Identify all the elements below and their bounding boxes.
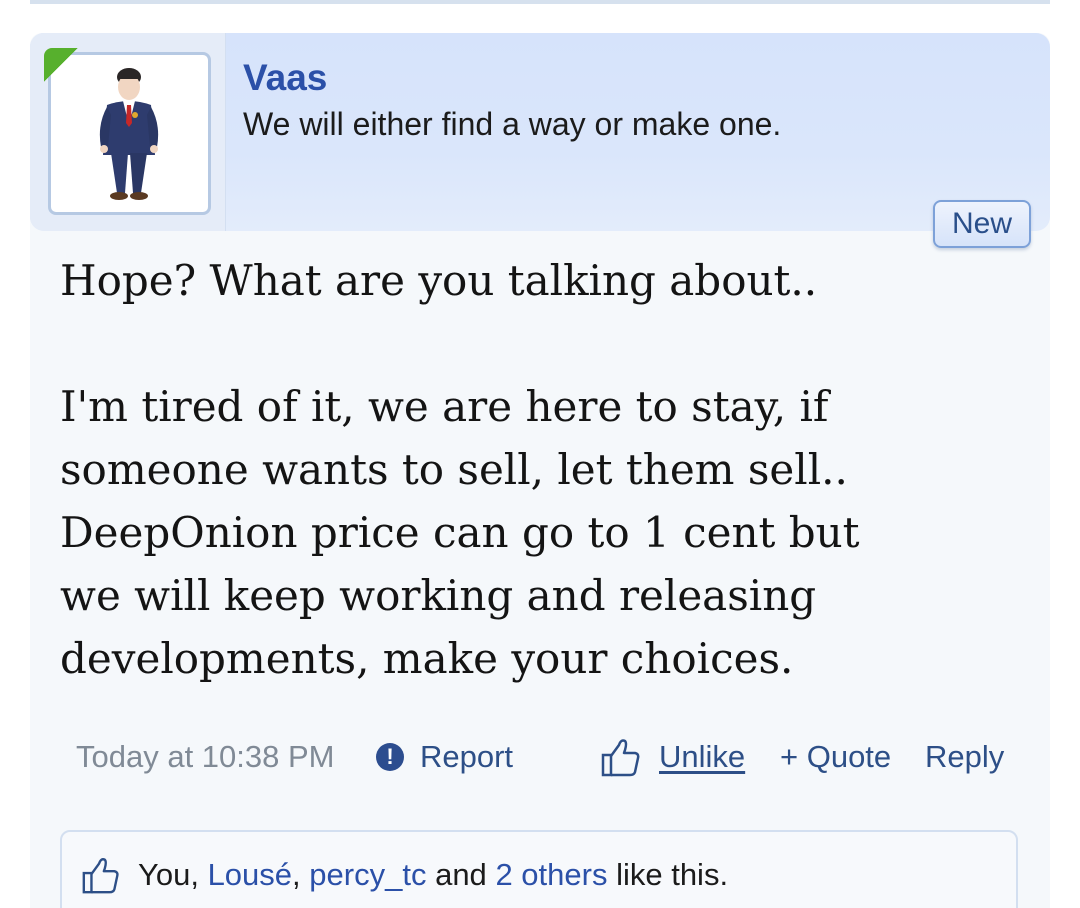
likes-others-link[interactable]: 2 others [495, 857, 607, 893]
top-divider [30, 0, 1050, 4]
quote-button[interactable]: + Quote [780, 733, 891, 781]
message-paragraph: Hope? What are you talking about.. [60, 256, 818, 305]
report-label: Report [420, 739, 514, 774]
unlike-label: Unlike [659, 739, 746, 774]
forum-post: Vaas We will either find a way or make o… [30, 33, 1050, 908]
likes-separator: , [292, 857, 301, 892]
author-name[interactable]: Vaas [243, 57, 327, 99]
post-timestamp[interactable]: Today at 10:38 PM [76, 733, 335, 781]
unlike-button[interactable]: Unlike [599, 733, 745, 781]
likes-you: You, [138, 857, 199, 892]
likes-suffix: like this. [616, 857, 729, 892]
exclamation-circle-icon: ! [376, 743, 404, 771]
thumbs-up-icon [601, 739, 640, 777]
message-paragraph: I'm tired of it, we are here to stay, if… [60, 382, 860, 683]
online-indicator [44, 48, 78, 82]
new-badge[interactable]: New [933, 200, 1031, 248]
likes-and: and [435, 857, 487, 892]
thumbs-up-icon [82, 858, 119, 894]
report-button[interactable]: ! Report [376, 733, 513, 781]
liker-link[interactable]: percy_tc [309, 857, 426, 893]
author-title: We will either find a way or make one. [243, 106, 782, 142]
liker-link[interactable]: Lousé [208, 857, 292, 893]
reply-button[interactable]: Reply [925, 733, 1004, 781]
post-header: Vaas We will either find a way or make o… [30, 33, 1050, 248]
post-message: Hope? What are you talking about.. I'm t… [60, 249, 990, 753]
likes-summary: You, Lousé, percy_tc and 2 others like t… [60, 830, 1018, 908]
